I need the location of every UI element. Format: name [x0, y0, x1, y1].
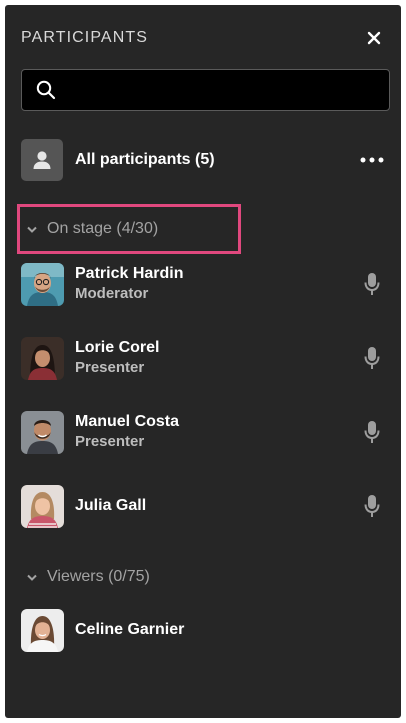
- participant-row[interactable]: Lorie Corel Presenter: [21, 335, 387, 381]
- participant-row[interactable]: Julia Gall: [21, 483, 387, 529]
- on-stage-label: On stage (4/30): [47, 220, 159, 237]
- avatar: [21, 336, 64, 380]
- user-icon: [33, 151, 51, 169]
- more-options-button[interactable]: [357, 149, 387, 171]
- mic-button[interactable]: [357, 491, 387, 521]
- avatar: [21, 262, 64, 306]
- chevron-down-icon: [27, 574, 37, 581]
- participant-row[interactable]: Celine Garnier: [21, 607, 387, 653]
- mic-button[interactable]: [357, 269, 387, 299]
- participant-name: Lorie Corel: [75, 339, 160, 356]
- microphone-icon: [364, 421, 380, 443]
- panel-header: PARTICIPANTS: [21, 27, 385, 49]
- close-icon: [367, 31, 381, 45]
- mic-button[interactable]: [357, 343, 387, 373]
- all-participants-avatar: [21, 139, 63, 181]
- microphone-icon: [364, 273, 380, 295]
- all-participants-row[interactable]: All participants (5): [21, 138, 387, 182]
- panel-title: PARTICIPANTS: [21, 29, 148, 46]
- participant-role: Moderator: [75, 285, 149, 302]
- viewers-label: Viewers (0/75): [47, 568, 150, 585]
- search-box[interactable]: [21, 69, 390, 111]
- avatar: [21, 608, 64, 652]
- on-stage-section-header[interactable]: On stage (4/30): [27, 220, 158, 238]
- close-button[interactable]: [363, 27, 385, 49]
- participant-role: Presenter: [75, 359, 145, 376]
- search-icon: [36, 80, 56, 100]
- chevron-down-icon: [27, 226, 37, 233]
- viewers-section-header[interactable]: Viewers (0/75): [27, 568, 150, 586]
- participants-panel: PARTICIPANTS All participants (5) On sta…: [5, 5, 401, 718]
- search-input[interactable]: [66, 70, 389, 110]
- participant-row[interactable]: Manuel Costa Presenter: [21, 409, 387, 455]
- microphone-icon: [364, 495, 380, 517]
- mic-button[interactable]: [357, 417, 387, 447]
- avatar: [21, 410, 64, 454]
- participant-row[interactable]: Patrick Hardin Moderator: [21, 261, 387, 307]
- participant-role: Presenter: [75, 433, 145, 450]
- participant-name: Celine Garnier: [75, 621, 185, 638]
- all-participants-label: All participants (5): [75, 151, 215, 168]
- participant-name: Patrick Hardin: [75, 265, 184, 282]
- microphone-icon: [364, 347, 380, 369]
- avatar: [21, 484, 64, 528]
- more-horizontal-icon: [360, 157, 384, 163]
- participant-name: Julia Gall: [75, 497, 147, 514]
- participant-name: Manuel Costa: [75, 413, 180, 430]
